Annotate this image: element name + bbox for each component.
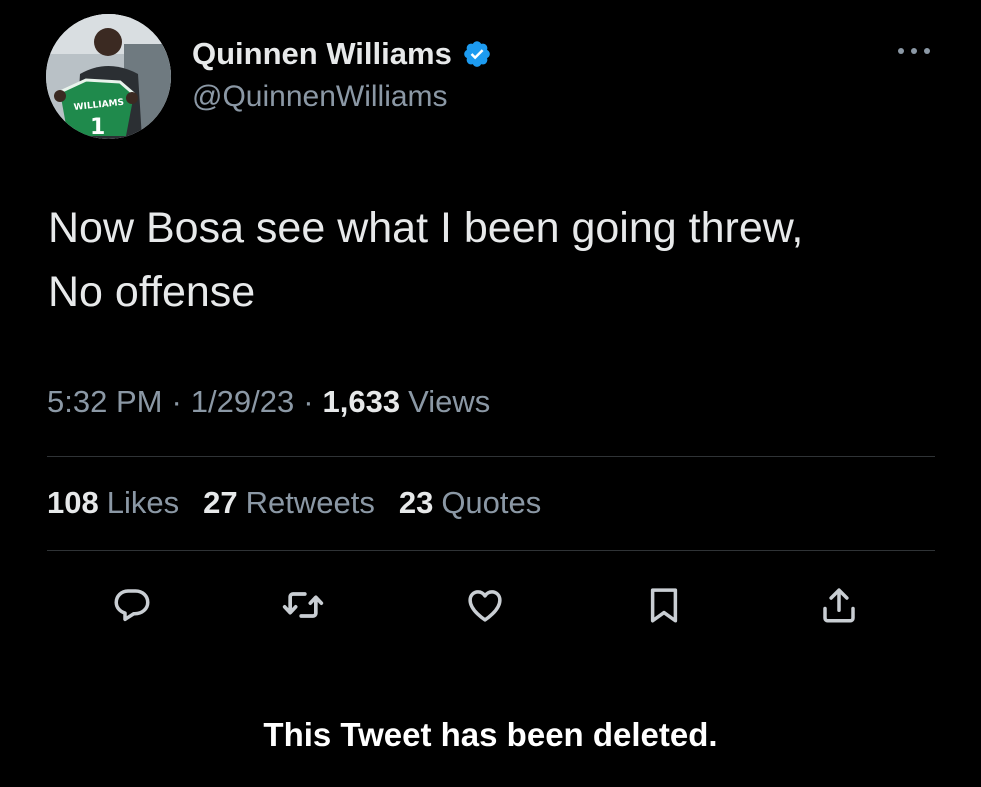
avatar[interactable]: WILLIAMS 1 bbox=[46, 14, 171, 139]
avatar-photo: WILLIAMS 1 bbox=[46, 14, 171, 139]
tweet-text-line: No offense bbox=[48, 268, 256, 316]
views-count: 1,633 bbox=[322, 384, 401, 419]
tweet-text: Now Bosa see what I been going threw, No… bbox=[48, 196, 948, 324]
quotes-stat[interactable]: 23 Quotes bbox=[399, 485, 541, 521]
likes-count: 108 bbox=[47, 485, 99, 520]
tweet-detail: WILLIAMS 1 Quinnen Williams @QuinnenWill… bbox=[0, 0, 981, 787]
meta-separator: · bbox=[303, 384, 314, 419]
more-options-icon[interactable] bbox=[894, 36, 934, 66]
author-name-row: Quinnen Williams bbox=[192, 34, 492, 74]
tweet-text-line: Now Bosa see what I been going threw, bbox=[48, 204, 804, 252]
views-label: Views bbox=[408, 384, 491, 419]
tweet-date[interactable]: 1/29/23 bbox=[191, 384, 294, 420]
verified-badge-icon bbox=[462, 39, 492, 69]
tweet-meta: 5:32 PM · 1/29/23 · 1,633 Views bbox=[47, 384, 490, 420]
deleted-notice: This Tweet has been deleted. bbox=[263, 716, 718, 753]
retweets-label: Retweets bbox=[245, 485, 375, 520]
divider bbox=[47, 550, 935, 551]
share-button[interactable] bbox=[814, 580, 864, 630]
reply-icon bbox=[114, 589, 150, 622]
like-button[interactable] bbox=[460, 580, 510, 630]
likes-stat[interactable]: 108 Likes bbox=[47, 485, 179, 521]
engagement-stats: 108 Likes 27 Retweets 23 Quotes bbox=[47, 485, 565, 521]
quotes-count: 23 bbox=[398, 485, 434, 520]
quotes-label: Quotes bbox=[441, 485, 542, 520]
like-heart-icon bbox=[468, 590, 502, 622]
retweet-icon bbox=[282, 592, 324, 618]
divider bbox=[47, 456, 935, 457]
retweet-button[interactable] bbox=[278, 580, 328, 630]
reply-button[interactable] bbox=[107, 580, 157, 630]
bookmark-button[interactable] bbox=[639, 580, 689, 630]
tweet-time[interactable]: 5:32 PM bbox=[47, 384, 162, 420]
avatar-jersey-number: 1 bbox=[90, 115, 105, 139]
author-handle[interactable]: @QuinnenWilliams bbox=[192, 80, 448, 114]
retweets-stat[interactable]: 27 Retweets bbox=[203, 485, 375, 521]
bookmark-icon bbox=[650, 588, 678, 623]
author-display-name[interactable]: Quinnen Williams bbox=[192, 36, 452, 72]
meta-separator: · bbox=[171, 384, 182, 419]
likes-label: Likes bbox=[106, 485, 180, 520]
share-icon bbox=[823, 588, 855, 623]
retweets-count: 27 bbox=[203, 485, 238, 520]
